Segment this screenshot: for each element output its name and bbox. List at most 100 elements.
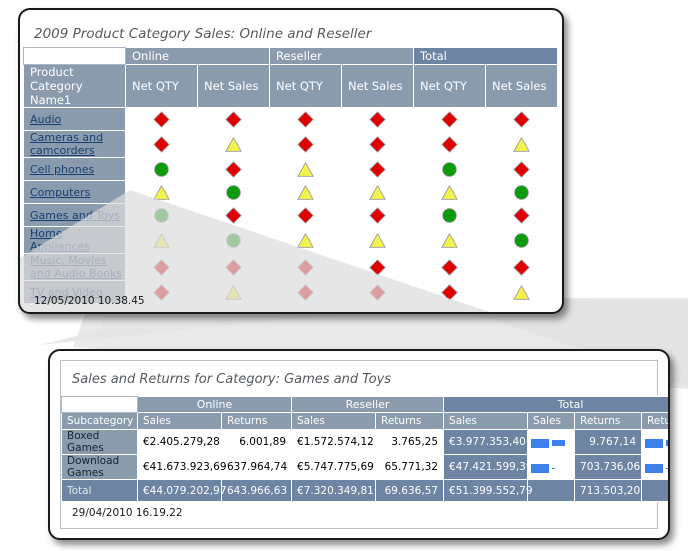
total-returns-cell: 713.503,20	[575, 480, 642, 502]
detail-report-body: Sales and Returns for Category: Games an…	[50, 351, 668, 538]
kpi-indicator-green-circle	[198, 227, 270, 254]
row-header-1[interactable]: Cameras and camcorders	[24, 131, 126, 158]
table-row: Games and Toys	[24, 204, 558, 227]
online-sales-cell: €2.405.279,28	[138, 430, 222, 455]
kpi-indicator-red-diamond	[270, 254, 342, 281]
detail-column-header-row: Subcategory Sales Returns Sales Returns …	[62, 413, 669, 430]
detail-report-panel: Sales and Returns for Category: Games an…	[48, 349, 670, 540]
kpi-indicator-red-diamond	[414, 108, 486, 131]
table-row: Music, Movies and Audio Books	[24, 254, 558, 281]
total-sales-barchart-cell	[528, 480, 575, 502]
kpi-indicator-red-diamond	[342, 108, 414, 131]
kpi-indicator-red-diamond	[486, 204, 558, 227]
category-link[interactable]: Games and Toys	[30, 209, 120, 222]
total-sales-barchart-cell	[528, 455, 575, 480]
total-sales-barchart-cell	[528, 430, 575, 455]
group-header-row: Online Reseller Total	[24, 48, 558, 65]
mini-bar	[666, 468, 668, 469]
subcategory-cell: Boxed Games	[62, 430, 138, 455]
group-header-online: Online	[126, 48, 270, 65]
total-returns-barchart-cell	[642, 430, 668, 455]
kpi-indicator-red-diamond	[198, 204, 270, 227]
screenshot-stage: 2009 Product Category Sales: Online and …	[0, 0, 688, 551]
row-header-6[interactable]: Music, Movies and Audio Books	[24, 254, 126, 281]
reseller-returns-cell: 3.765,25	[376, 430, 444, 455]
category-link[interactable]: Music, Movies and Audio Books	[30, 254, 122, 280]
total-sales-cell: €47.421.599,39	[444, 455, 528, 480]
online-returns-cell: 643.966,63	[222, 480, 292, 502]
detail-group-header-blank	[62, 397, 138, 413]
kpi-indicator-green-circle	[126, 158, 198, 181]
category-link[interactable]: Cell phones	[30, 163, 94, 176]
table-row: Download Games€41.673.923,69637.964,74€5…	[62, 455, 669, 480]
kpi-indicator-red-diamond	[270, 281, 342, 304]
column-header-total-netsales: Net Sales	[486, 65, 558, 108]
kpi-indicator-red-diamond	[198, 108, 270, 131]
row-header-4[interactable]: Games and Toys	[24, 204, 126, 227]
table-row: Computers	[24, 181, 558, 204]
category-link[interactable]: Cameras and camcorders	[30, 131, 103, 157]
column-header-product-category: Product Category Name1	[24, 65, 126, 108]
group-header-total: Total	[414, 48, 558, 65]
detail-table: Online Reseller Total Subcategory Sales …	[61, 396, 668, 502]
kpi-indicator-yellow-triangle	[414, 227, 486, 254]
kpi-indicator-red-diamond	[486, 108, 558, 131]
mini-bar	[531, 439, 549, 448]
category-link[interactable]: Audio	[30, 113, 61, 126]
kpi-indicator-yellow-triangle	[198, 281, 270, 304]
mini-bar-chart	[528, 431, 574, 453]
detail-group-header-total: Total	[444, 397, 668, 413]
kpi-indicator-red-diamond	[342, 204, 414, 227]
column-header-row: Product Category Name1 Net QTY Net Sales…	[24, 65, 558, 108]
online-returns-cell: 637.964,74	[222, 455, 292, 480]
kpi-indicator-red-diamond	[414, 131, 486, 158]
kpi-indicator-green-circle	[414, 204, 486, 227]
column-header-reseller-netqty: Net QTY	[270, 65, 342, 108]
detail-column-header-reseller-returns: Returns	[376, 413, 444, 430]
detail-column-header-reseller-sales: Sales	[292, 413, 376, 430]
table-row: Audio	[24, 108, 558, 131]
detail-column-header-total-returns: Returns	[575, 413, 642, 430]
kpi-indicator-red-diamond	[198, 158, 270, 181]
online-sales-cell: €44.079.202,97	[138, 480, 222, 502]
kpi-indicator-yellow-triangle	[270, 227, 342, 254]
total-sales-cell: €51.399.552,79	[444, 480, 528, 502]
online-sales-cell: €41.673.923,69	[138, 455, 222, 480]
table-row: Cell phones	[24, 158, 558, 181]
kpi-indicator-yellow-triangle	[486, 281, 558, 304]
summary-report-panel: 2009 Product Category Sales: Online and …	[18, 8, 564, 314]
kpi-indicator-green-circle	[486, 227, 558, 254]
total-returns-cell: 703.736,06	[575, 455, 642, 480]
row-header-0[interactable]: Audio	[24, 108, 126, 131]
mini-bar	[552, 440, 565, 446]
detail-column-header-total-sales-chart: Sales	[528, 413, 575, 430]
detail-column-header-subcategory: Subcategory	[62, 413, 138, 430]
row-header-5[interactable]: Home Appliances	[24, 227, 126, 254]
detail-column-header-online-sales: Sales	[138, 413, 222, 430]
column-header-online-netsales: Net Sales	[198, 65, 270, 108]
table-row: Total€44.079.202,97643.966,63€7.320.349,…	[62, 480, 669, 502]
row-header-3[interactable]: Computers	[24, 181, 126, 204]
reseller-returns-cell: 69.636,57	[376, 480, 444, 502]
column-header-reseller-netsales: Net Sales	[342, 65, 414, 108]
mini-bar-chart	[642, 431, 668, 453]
detail-report-title: Sales and Returns for Category: Games an…	[72, 372, 391, 387]
kpi-indicator-red-diamond	[414, 281, 486, 304]
kpi-indicator-red-diamond	[270, 108, 342, 131]
column-header-online-netqty: Net QTY	[126, 65, 198, 108]
category-link[interactable]: Computers	[30, 186, 90, 199]
detail-column-header-total-sales: Sales	[444, 413, 528, 430]
kpi-indicator-yellow-triangle	[414, 181, 486, 204]
mini-bar-chart	[528, 456, 574, 478]
subcategory-cell: Total	[62, 480, 138, 502]
detail-report-timestamp: 29/04/2010 16.19.22	[72, 507, 183, 519]
kpi-indicator-green-circle	[126, 204, 198, 227]
reseller-sales-cell: €7.320.349,81	[292, 480, 376, 502]
category-link[interactable]: Home Appliances	[30, 227, 90, 253]
online-returns-cell: 6.001,89	[222, 430, 292, 455]
kpi-indicator-yellow-triangle	[342, 181, 414, 204]
row-header-2[interactable]: Cell phones	[24, 158, 126, 181]
summary-matrix-body: Audio Cameras and camcorders Cell phones Co…	[24, 108, 558, 304]
kpi-indicator-red-diamond	[126, 108, 198, 131]
kpi-indicator-yellow-triangle	[270, 181, 342, 204]
